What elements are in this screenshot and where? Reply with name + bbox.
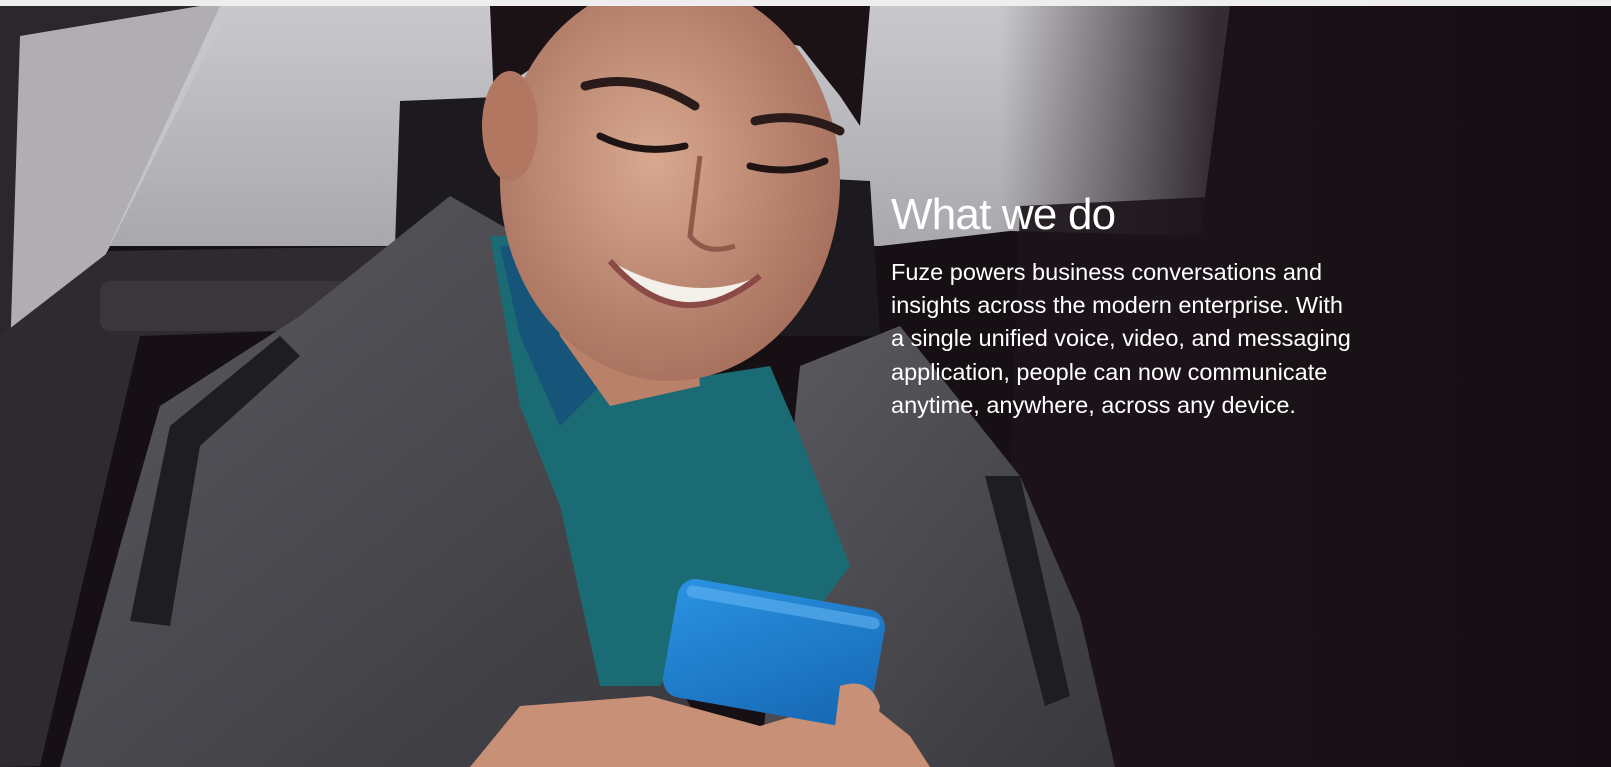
hero-banner: What we do Fuze powers business conversa… — [0, 6, 1611, 767]
page: What we do Fuze powers business conversa… — [0, 0, 1611, 767]
what-we-do-section: What we do Fuze powers business conversa… — [891, 188, 1371, 422]
section-description: Fuze powers business conversations and i… — [891, 259, 1351, 418]
section-heading: What we do — [891, 190, 1116, 239]
